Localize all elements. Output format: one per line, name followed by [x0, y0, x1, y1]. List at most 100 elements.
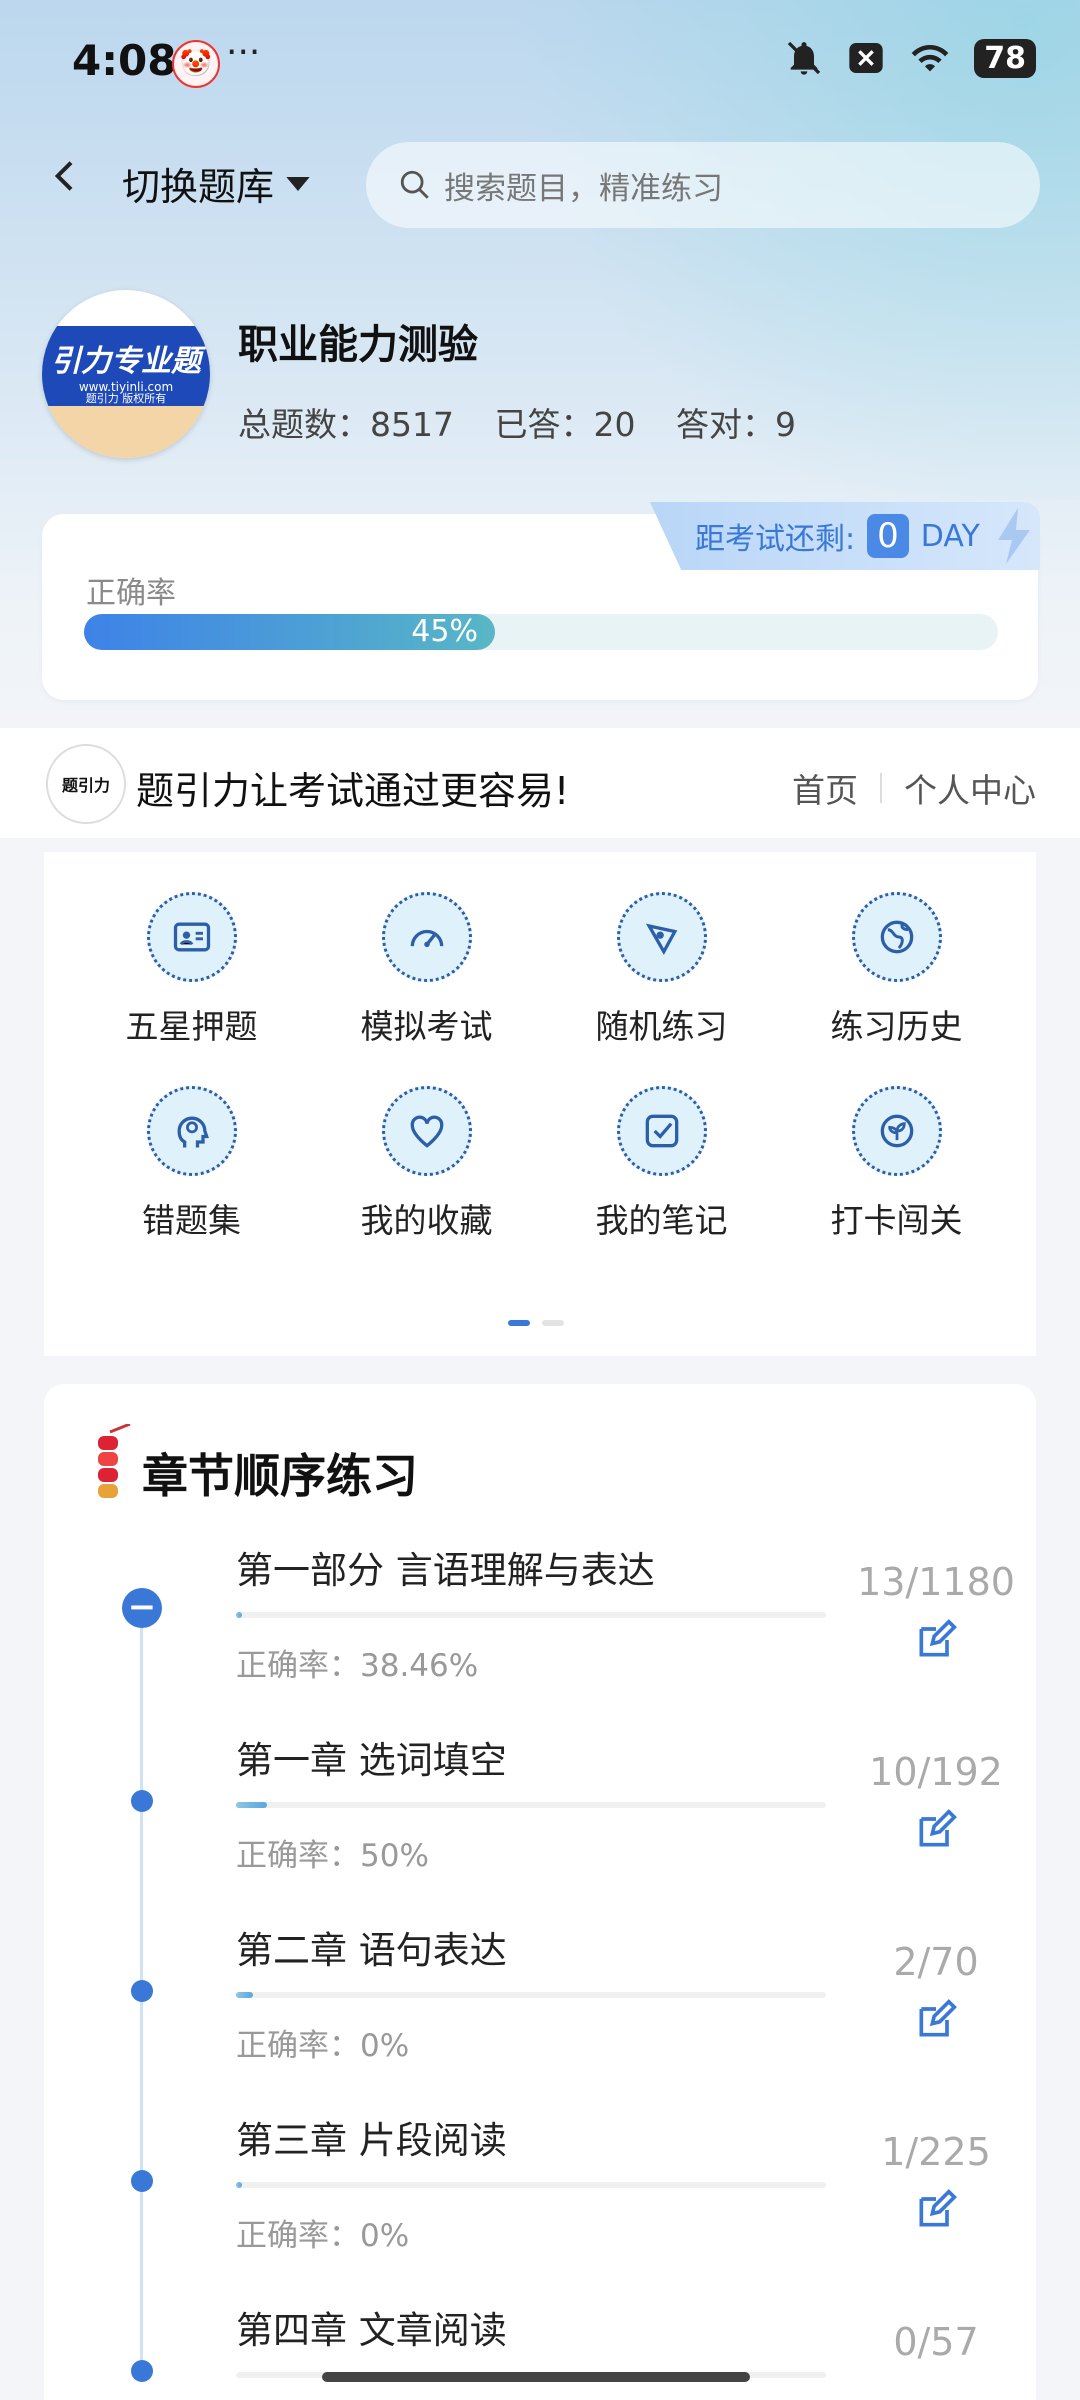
- note-check-icon: [616, 1086, 707, 1176]
- chapter-accuracy: 正确率：38.46%: [236, 1648, 479, 1684]
- chapter-progress-bar: [236, 2182, 826, 2188]
- menu-five-star[interactable]: 五星押题: [74, 892, 309, 1048]
- menu-label: 我的笔记: [595, 1201, 728, 1240]
- id-card-icon: [146, 892, 237, 982]
- bank-logo-rights: 题引力 版权所有: [85, 392, 167, 405]
- page-dot: [542, 1320, 564, 1326]
- menu-label: 错题集: [142, 1201, 241, 1240]
- feature-menu-grid: 五星押题 模拟考试 随机练习 练习历史 错题集 我的收藏 我的笔记 打卡闯关: [74, 892, 1014, 1242]
- answered-count: 已答：20: [494, 405, 636, 444]
- chapter-progress-fill: [236, 2182, 242, 2188]
- edit-practice-icon[interactable]: [914, 2188, 958, 2232]
- menu-notes[interactable]: 我的笔记: [544, 1086, 779, 1242]
- page-indicator: [508, 1320, 564, 1326]
- switch-bank-label: 切换题库: [122, 165, 275, 209]
- menu-practice-history[interactable]: 练习历史: [779, 892, 1014, 1048]
- leaf-badge-icon: [851, 1086, 942, 1176]
- search-input[interactable]: 搜索题目，精准练习: [366, 142, 1040, 228]
- profile-link[interactable]: 个人中心: [904, 764, 1036, 812]
- chapter-name: 第一部分 言语理解与表达: [236, 1549, 655, 1592]
- chapter-name: 第一章 选词填空: [236, 1739, 507, 1782]
- menu-random-practice[interactable]: 随机练习: [544, 892, 779, 1048]
- chapter-progress-fill: [236, 1612, 243, 1618]
- chapter-row[interactable]: 第四章 文章阅读: [236, 2300, 826, 2400]
- countdown-prefix: 距考试还剩:: [695, 522, 856, 557]
- menu-favorites[interactable]: 我的收藏: [309, 1086, 544, 1242]
- chapter-progress-fill: [236, 1802, 267, 1808]
- chapter-accuracy: 正确率：0%: [236, 2028, 410, 2064]
- chapter-row[interactable]: 第一部分 言语理解与表达正确率：38.46%: [236, 1540, 826, 1685]
- chapter-accuracy: 正确率：50%: [236, 1838, 429, 1874]
- speedometer-icon: [381, 892, 472, 982]
- menu-label: 五星押题: [125, 1007, 258, 1046]
- timeline-node: [131, 2360, 153, 2382]
- chapter-progress-bar: [236, 1992, 826, 1998]
- status-time: 4:08: [72, 36, 177, 85]
- menu-label: 模拟考试: [360, 1007, 493, 1046]
- heart-icon: [381, 1086, 472, 1176]
- edit-practice-icon[interactable]: [914, 1998, 958, 2042]
- home-indicator[interactable]: [322, 2372, 750, 2382]
- chapter-row[interactable]: 第三章 片段阅读 正确率：0%: [236, 2110, 826, 2255]
- banner-links: 首页 个人中心: [792, 764, 1036, 812]
- collapse-section-icon[interactable]: −: [122, 1588, 162, 1628]
- more-notifications-icon: ···: [226, 32, 261, 73]
- countdown-unit: DAY: [920, 518, 980, 554]
- chapter-count: 13/1180: [857, 1560, 1015, 1604]
- chapter-name: 第四章 文章阅读: [236, 2309, 507, 2352]
- chapter-count: 0/57: [893, 2320, 979, 2364]
- chapter-count: 10/192: [869, 1750, 1003, 1794]
- firecracker-icon: [98, 1424, 131, 1498]
- app-notification-icon: 🤡: [172, 40, 220, 88]
- chapter-count: 2/70: [893, 1940, 979, 1984]
- menu-checkin[interactable]: 打卡闯关: [779, 1086, 1014, 1242]
- chapter-accuracy: 正确率：0%: [236, 2218, 410, 2254]
- edit-practice-icon[interactable]: [914, 1618, 958, 1662]
- switch-bank-dropdown[interactable]: 切换题库: [122, 156, 312, 211]
- close-box-icon: [849, 43, 883, 73]
- home-link[interactable]: 首页: [792, 764, 858, 812]
- menu-label: 打卡闯关: [830, 1201, 963, 1240]
- chapter-progress-fill: [236, 1992, 254, 1998]
- menu-label: 随机练习: [595, 1007, 728, 1046]
- wifi-icon: [911, 44, 949, 72]
- menu-label: 我的收藏: [360, 1201, 493, 1240]
- correct-count: 答对：9: [675, 405, 796, 444]
- lightning-icon: [997, 508, 1030, 564]
- page-dot-active: [508, 1320, 530, 1326]
- chapter-row[interactable]: 第二章 语句表达正确率：0%: [236, 1920, 826, 2065]
- edit-practice-icon[interactable]: [914, 1808, 958, 1852]
- battery-icon: 78: [974, 38, 1036, 78]
- globe-icon: [851, 892, 942, 982]
- chapter-progress-bar: [236, 1612, 826, 1618]
- status-icons: 78: [784, 38, 1036, 78]
- total-questions: 总题数：8517: [238, 405, 454, 444]
- caret-down-icon: [286, 176, 310, 191]
- brand-logo-text: 题引力: [61, 776, 110, 795]
- exam-countdown-badge: 距考试还剩: 0 DAY: [650, 502, 1040, 570]
- timeline-node: [131, 2170, 153, 2192]
- menu-wrong-questions[interactable]: 错题集: [74, 1086, 309, 1242]
- brain-head-icon: [146, 1086, 237, 1176]
- chapter-count: 1/225: [881, 2130, 991, 2174]
- chapter-name: 第二章 语句表达: [236, 1929, 507, 1972]
- countdown-days: 0: [867, 514, 909, 558]
- back-arrow-icon[interactable]: [46, 156, 86, 196]
- brand-logo: 题引力: [46, 744, 126, 824]
- bank-stats: 总题数：8517 已答：20 答对：9: [238, 398, 826, 446]
- search-icon: [400, 170, 429, 199]
- bell-off-icon: [788, 41, 821, 75]
- chapter-section-title: 章节顺序练习: [142, 1449, 418, 1503]
- menu-mock-exam[interactable]: 模拟考试: [309, 892, 544, 1048]
- chapter-progress-bar: [236, 1802, 826, 1808]
- bank-title: 职业能力测验: [238, 322, 478, 368]
- bank-logo: 引力专业题 www.tiyinli.com 题引力 版权所有: [42, 290, 210, 458]
- bank-logo-text: 引力专业题: [51, 344, 201, 379]
- brand-slogan: 题引力让考试通过更容易!: [136, 769, 570, 813]
- menu-label: 练习历史: [830, 1007, 963, 1046]
- timeline-node: [131, 1980, 153, 2002]
- network-icon: [616, 892, 707, 982]
- accuracy-percent: 45%: [411, 614, 478, 649]
- timeline-node: [131, 1790, 153, 1812]
- chapter-row[interactable]: 第一章 选词填空正确率：50%: [236, 1730, 826, 1875]
